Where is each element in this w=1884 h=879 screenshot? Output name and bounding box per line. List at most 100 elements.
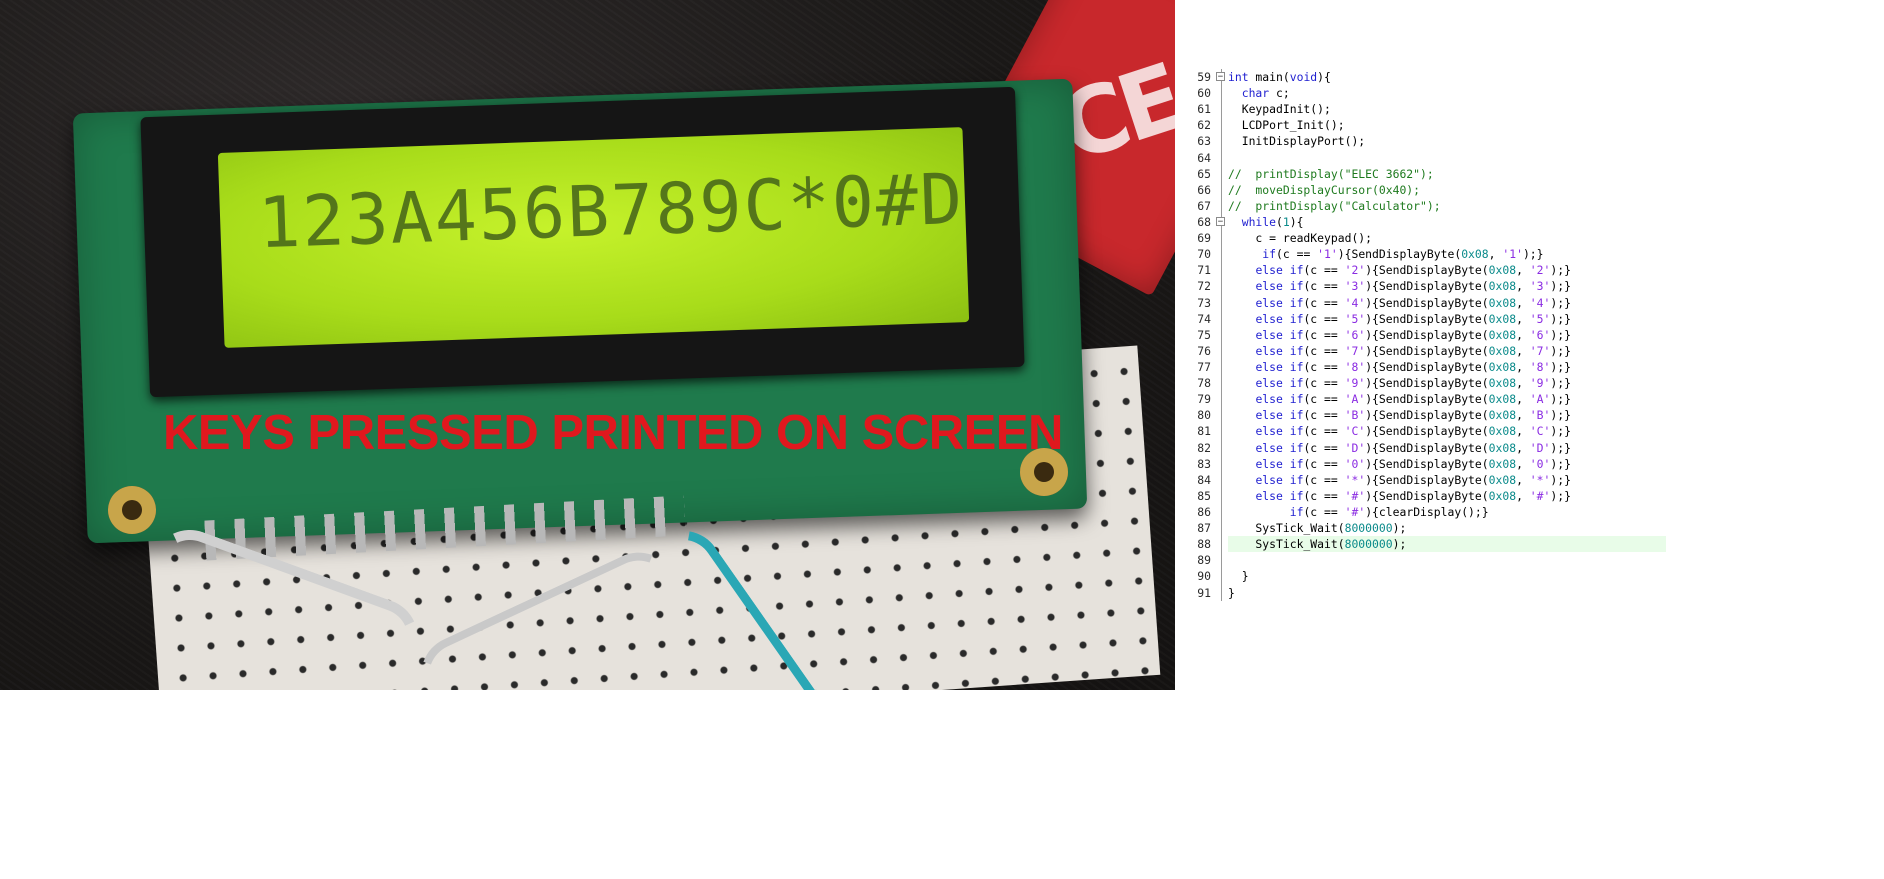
code-token: ){SendDisplayByte( bbox=[1365, 279, 1489, 294]
fold-gutter bbox=[1216, 246, 1228, 263]
code-token: ){SendDisplayByte( bbox=[1365, 392, 1489, 407]
code-line[interactable]: 64 bbox=[1181, 149, 1666, 166]
fold-gutter bbox=[1216, 391, 1228, 408]
code-line[interactable]: 84 else if(c == '*'){SendDisplayByte(0x0… bbox=[1181, 471, 1666, 488]
code-token: 0x08 bbox=[1488, 456, 1517, 471]
code-text: else if(c == 'C'){SendDisplayByte(0x08, … bbox=[1228, 423, 1571, 439]
code-token: ){SendDisplayByte( bbox=[1365, 424, 1489, 439]
fold-gutter bbox=[1216, 471, 1228, 488]
code-line[interactable]: 62 LCDPort_Init(); bbox=[1181, 117, 1666, 134]
code-line[interactable]: 66 // moveDisplayCursor(0x40); bbox=[1181, 181, 1666, 198]
line-number: 79 bbox=[1197, 392, 1211, 407]
code-line[interactable]: 71 else if(c == '2'){SendDisplayByte(0x0… bbox=[1181, 262, 1666, 279]
fold-collapse-icon[interactable]: − bbox=[1216, 216, 1225, 226]
code-token: '4' bbox=[1529, 295, 1551, 310]
fold-gutter bbox=[1216, 85, 1228, 102]
line-number: 88 bbox=[1197, 537, 1211, 552]
code-line[interactable]: 73 else if(c == '4'){SendDisplayByte(0x0… bbox=[1181, 294, 1666, 311]
code-token: , bbox=[1516, 472, 1530, 487]
line-number: 62 bbox=[1197, 118, 1211, 133]
code-line[interactable]: 81 else if(c == 'C'){SendDisplayByte(0x0… bbox=[1181, 423, 1666, 440]
fold-collapse-icon[interactable]: − bbox=[1216, 72, 1225, 82]
code-line[interactable]: 88 SysTick_Wait(8000000); bbox=[1181, 536, 1666, 553]
code-text: else if(c == '2'){SendDisplayByte(0x08, … bbox=[1228, 262, 1571, 278]
code-area: else if(c == '7'){SendDisplayByte(0x08, … bbox=[1228, 343, 1666, 359]
code-text: else if(c == '6'){SendDisplayByte(0x08, … bbox=[1228, 327, 1571, 343]
code-line[interactable]: 82 else if(c == 'D'){SendDisplayByte(0x0… bbox=[1181, 439, 1666, 456]
code-token: ){ bbox=[1317, 70, 1331, 84]
code-line[interactable]: 63 InitDisplayPort(); bbox=[1181, 133, 1666, 150]
code-token: , bbox=[1516, 327, 1530, 342]
code-area bbox=[1228, 552, 1666, 568]
code-token: );} bbox=[1550, 376, 1571, 391]
code-text: } bbox=[1228, 568, 1249, 584]
code-line[interactable]: 78 else if(c == '9'){SendDisplayByte(0x0… bbox=[1181, 375, 1666, 392]
line-number: 82 bbox=[1197, 440, 1211, 455]
code-token: c = readKeypad(); bbox=[1228, 231, 1373, 246]
code-line[interactable]: 67 // printDisplay("Calculator"); bbox=[1181, 197, 1666, 215]
code-text: while(1){ bbox=[1228, 214, 1304, 230]
code-line[interactable]: 74 else if(c == '5'){SendDisplayByte(0x0… bbox=[1181, 310, 1666, 327]
code-line[interactable]: 60 char c; bbox=[1181, 85, 1666, 102]
code-area: KeypadInit(); bbox=[1228, 101, 1666, 117]
mount-hole-left bbox=[108, 486, 156, 534]
code-line[interactable]: 76 else if(c == '7'){SendDisplayByte(0x0… bbox=[1181, 342, 1666, 360]
fold-gutter bbox=[1216, 520, 1228, 537]
code-line[interactable]: 68− while(1){ bbox=[1181, 213, 1666, 231]
code-area: if(c == '1'){SendDisplayByte(0x08, '1');… bbox=[1228, 246, 1666, 262]
code-token: , bbox=[1516, 456, 1530, 471]
code-token: '5' bbox=[1529, 311, 1551, 326]
code-line[interactable]: 89 bbox=[1181, 552, 1666, 569]
code-text: else if(c == 'A'){SendDisplayByte(0x08, … bbox=[1228, 391, 1571, 407]
code-line[interactable]: 80 else if(c == 'B'){SendDisplayByte(0x0… bbox=[1181, 407, 1666, 424]
line-number: 77 bbox=[1197, 359, 1211, 374]
line-number: 71 bbox=[1197, 263, 1211, 278]
code-token: (c == bbox=[1303, 295, 1345, 310]
code-line[interactable]: 70 if(c == '1'){SendDisplayByte(0x08, '1… bbox=[1181, 246, 1666, 263]
code-line[interactable]: 86 if(c == '#'){clearDisplay();} bbox=[1181, 503, 1666, 521]
code-area: // moveDisplayCursor(0x40); bbox=[1228, 182, 1666, 198]
code-token: 'A' bbox=[1529, 392, 1551, 407]
code-line[interactable]: 65 // printDisplay("ELEC 3662"); bbox=[1181, 165, 1666, 182]
code-line[interactable]: 91} bbox=[1181, 584, 1666, 601]
code-text: } bbox=[1228, 585, 1235, 601]
code-text: KeypadInit(); bbox=[1228, 101, 1331, 117]
code-line[interactable]: 85 else if(c == '#'){SendDisplayByte(0x0… bbox=[1181, 487, 1666, 505]
code-line[interactable]: 69 c = readKeypad(); bbox=[1181, 230, 1666, 247]
code-line[interactable]: 83 else if(c == '0'){SendDisplayByte(0x0… bbox=[1181, 455, 1666, 472]
code-token: ){SendDisplayByte( bbox=[1337, 247, 1462, 262]
code-token: '4' bbox=[1344, 295, 1366, 310]
code-token: '9' bbox=[1529, 376, 1551, 391]
code-text: else if(c == 'D'){SendDisplayByte(0x08, … bbox=[1228, 440, 1571, 456]
code-text: else if(c == '#'){SendDisplayByte(0x08, … bbox=[1228, 488, 1571, 504]
code-line[interactable]: 75 else if(c == '6'){SendDisplayByte(0x0… bbox=[1181, 326, 1666, 343]
code-text: else if(c == 'B'){SendDisplayByte(0x08, … bbox=[1228, 407, 1571, 423]
code-text: else if(c == '7'){SendDisplayByte(0x08, … bbox=[1228, 343, 1571, 359]
code-line[interactable]: 79 else if(c == 'A'){SendDisplayByte(0x0… bbox=[1181, 391, 1666, 408]
code-token: , bbox=[1516, 424, 1530, 439]
code-token: '#' bbox=[1529, 488, 1551, 503]
code-token: '3' bbox=[1529, 279, 1551, 294]
code-line[interactable]: 61 KeypadInit(); bbox=[1181, 101, 1666, 118]
code-token: '#' bbox=[1344, 504, 1366, 519]
code-line[interactable]: 87 SysTick_Wait(8000000); bbox=[1181, 520, 1666, 537]
code-token: else if bbox=[1255, 376, 1304, 391]
code-editor[interactable]: 59− int main(void){60 char c; 61 KeypadIni… bbox=[1181, 69, 1666, 601]
code-line[interactable]: 90 } bbox=[1181, 568, 1666, 585]
code-token: 0x08 bbox=[1488, 392, 1517, 407]
code-token: (c == bbox=[1303, 376, 1345, 391]
code-text: // moveDisplayCursor(0x40); bbox=[1228, 182, 1420, 198]
code-token: // moveDisplayCursor(0x40); bbox=[1228, 182, 1421, 197]
line-number: 72 bbox=[1197, 279, 1211, 294]
code-text: SysTick_Wait(8000000); bbox=[1228, 520, 1406, 536]
fold-gutter bbox=[1216, 423, 1228, 440]
code-line[interactable]: 72 else if(c == '3'){SendDisplayByte(0x0… bbox=[1181, 278, 1666, 295]
code-line[interactable]: 59− int main(void){ bbox=[1181, 69, 1666, 86]
code-line[interactable]: 77 else if(c == '8'){SendDisplayByte(0x0… bbox=[1181, 358, 1666, 376]
